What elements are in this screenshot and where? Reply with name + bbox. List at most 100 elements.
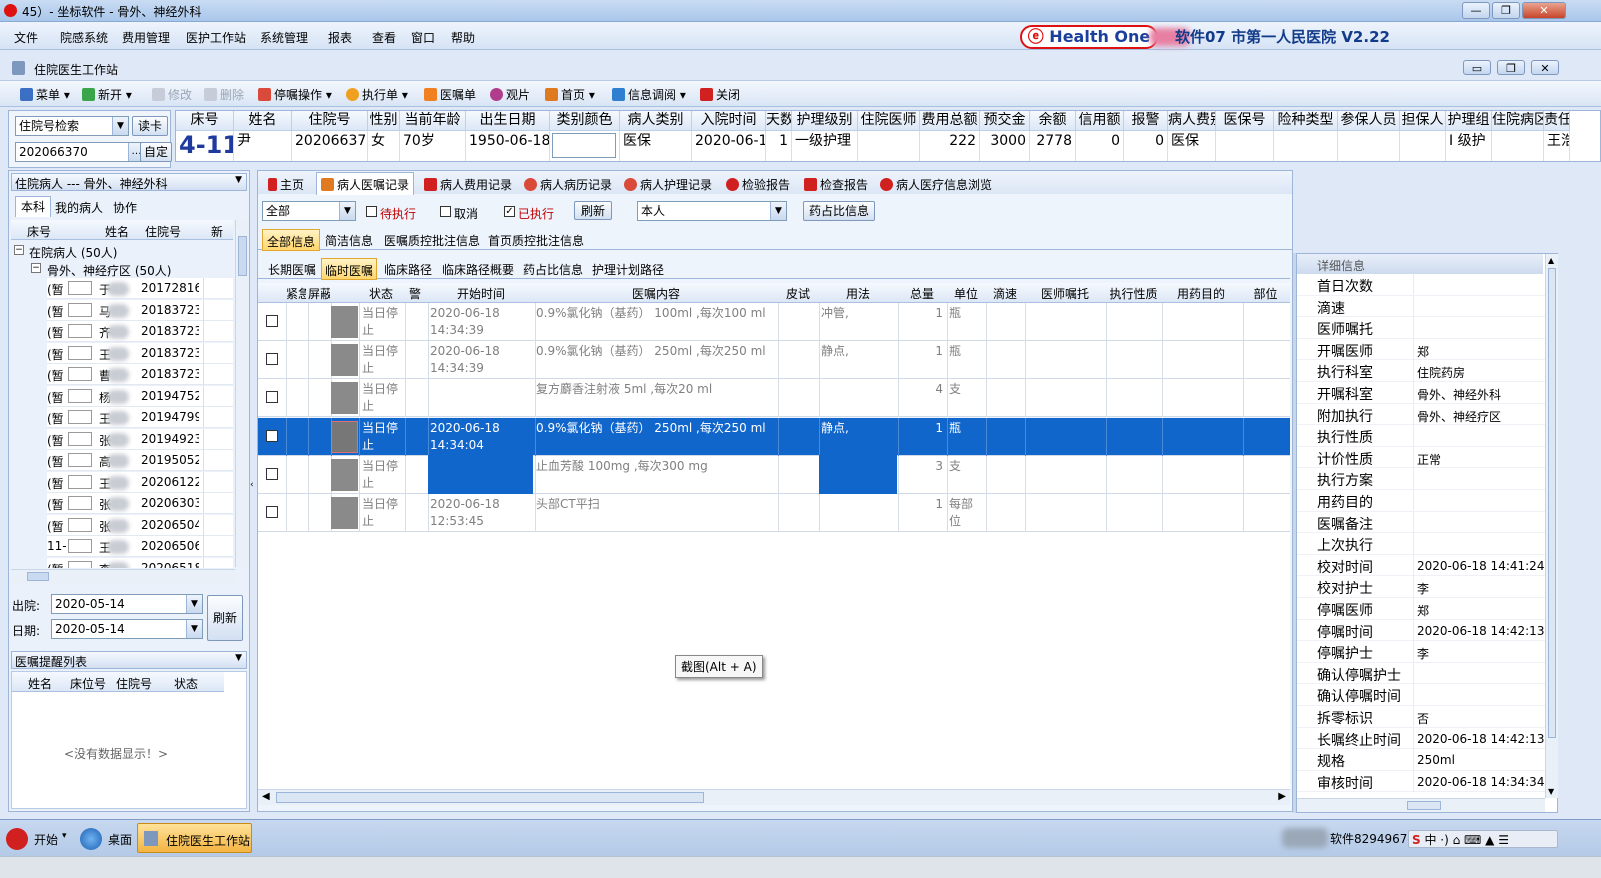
sub-restore-button[interactable]: ❐ [1497, 60, 1525, 75]
patient-col-header[interactable]: 护理组 [1446, 111, 1492, 131]
left-refresh-button[interactable]: 刷新 [207, 595, 243, 641]
order-row-checkbox[interactable] [266, 467, 278, 480]
patient-row[interactable]: (暂 马 20183723 [11, 299, 233, 321]
order-row-checkbox[interactable] [266, 315, 278, 327]
patient-row[interactable]: (暂 齐 20183723 [11, 321, 233, 342]
patient-col-header[interactable]: 入院时间 [692, 111, 766, 131]
patient-row[interactable]: (暂 王 20194799 [11, 407, 233, 428]
order-row-checkbox[interactable] [266, 506, 278, 518]
start-button[interactable]: 开始 ▾ [6, 826, 72, 852]
menu-medical-station[interactable]: 医护工作站 [186, 29, 246, 46]
desktop-button[interactable]: 桌面 [80, 826, 136, 852]
patient-col-header[interactable]: 预交金 [980, 111, 1030, 131]
menu-infection[interactable]: 院感系统 [60, 29, 108, 46]
tab-orders[interactable]: 病人医嘱记录 [316, 172, 415, 195]
executed-checkbox[interactable]: ✓ [504, 206, 515, 217]
patient-row[interactable]: (暂 高 20195052 [11, 450, 233, 471]
tab-exam[interactable]: 检查报告 [804, 176, 868, 193]
read-card-button[interactable]: 读卡 [132, 116, 168, 136]
patient-col-header[interactable]: 护理级别 [792, 111, 858, 131]
tab-nursing-plan[interactable]: 护理计划路径 [592, 261, 664, 278]
toolbar-close[interactable]: 关闭 [700, 86, 740, 103]
patient-col-header[interactable]: 信用额 [1076, 111, 1124, 131]
col-inpatient-id[interactable]: 住院号 [145, 223, 181, 240]
col-start-time[interactable]: 开始时间 [428, 285, 534, 302]
discharge-date-input[interactable]: 2020-05-14 ▼ [51, 594, 203, 614]
col-content[interactable]: 医嘱内容 [535, 285, 777, 302]
col-shield[interactable]: 屏蔽 [308, 285, 330, 302]
sub-close-button[interactable]: ✕ [1531, 60, 1559, 75]
col-doctor-note[interactable]: 医师嘱托 [1025, 285, 1105, 302]
patient-row[interactable]: (暂 王 20206122 [11, 471, 233, 493]
tab-my-patients[interactable]: 我的病人 [55, 199, 103, 216]
order-row-checkbox[interactable] [266, 429, 278, 442]
pending-checkbox[interactable] [366, 206, 377, 217]
menu-view[interactable]: 查看 [372, 29, 396, 46]
cancelled-checkbox[interactable] [440, 206, 451, 217]
tab-long-term[interactable]: 长期医嘱 [268, 261, 316, 278]
patient-col-header[interactable]: 住院号 [292, 111, 368, 131]
patient-col-header[interactable]: 姓名 [234, 111, 292, 131]
reminder-title[interactable]: 医嘱提醒列表 ▼ [11, 651, 247, 669]
col-bed[interactable]: 床号 [27, 223, 51, 240]
patient-list-vscroll[interactable] [235, 220, 249, 567]
filter-refresh-button[interactable]: 刷新 [574, 201, 612, 220]
tree-child[interactable]: − 骨外、神经疗区 (50人) [11, 260, 233, 278]
order-row[interactable]: 当日停止 2020-06-18 12:53:45 头部CT平扫 1 每部位 [258, 494, 1290, 532]
toolbar-stop-order[interactable]: 停嘱操作 ▾ [258, 86, 332, 103]
tab-lab[interactable]: 检验报告 [726, 176, 790, 193]
orders-hscroll[interactable]: ◀ ▶ [258, 789, 1290, 805]
patient-col-header[interactable]: 出生日期 [466, 111, 550, 131]
patient-row[interactable]: (暂 张 20206504 [11, 514, 233, 536]
patient-row[interactable]: (暂 于 20172816 [11, 278, 233, 299]
scope-select[interactable]: 全部 ▼ [262, 201, 356, 221]
tab-emr[interactable]: 病人病历记录 [524, 176, 612, 193]
col-unit[interactable]: 单位 [947, 285, 985, 302]
patient-col-header[interactable]: 余额 [1030, 111, 1076, 131]
col-drip[interactable]: 滴速 [986, 285, 1024, 302]
ime-bar[interactable]: S 中 ·) ⌂ ⌨ ▲ ☰ [1408, 830, 1558, 848]
tab-order-qc[interactable]: 医嘱质控批注信息 [384, 232, 480, 249]
order-row[interactable]: 当日停止 2020-06-18 14:34:39 0.9%氯化钠（基药） 250ml… [258, 341, 1290, 380]
col-exec-type[interactable]: 执行性质 [1106, 285, 1161, 302]
tab-all-info[interactable]: 全部信息 [262, 229, 321, 251]
toolbar-homepage[interactable]: 首页 ▾ [545, 86, 595, 103]
patient-col-header[interactable]: 报警 [1124, 111, 1168, 131]
tab-drug-ratio[interactable]: 药占比信息 [523, 261, 583, 278]
col-alert[interactable]: 警 [405, 285, 425, 302]
patient-row[interactable]: (暂 李 20206518 [11, 557, 233, 568]
col-urgent[interactable]: 紧急 [286, 285, 306, 302]
taskbar-app-button[interactable]: 住院医生工作站 [137, 823, 252, 853]
patient-col-header[interactable]: 性别 [368, 111, 400, 131]
tab-collab[interactable]: 协作 [113, 199, 137, 216]
patient-col-header[interactable]: 病人费别 [1168, 111, 1216, 131]
tab-home[interactable]: 主页 [268, 176, 304, 193]
patient-col-header[interactable]: 担保人 [1400, 111, 1446, 131]
minimize-button[interactable]: — [1462, 2, 1490, 19]
toolbar-exec-sheet[interactable]: 执行单 ▾ [346, 86, 408, 103]
splitter-left[interactable]: ‹ [250, 170, 257, 812]
tab-nursing[interactable]: 病人护理记录 [624, 176, 712, 193]
patient-col-header[interactable]: 医保号 [1216, 111, 1274, 131]
order-row[interactable]: 当日停止 止血芳酸 100mg ,每次300 mg 3 支 [258, 455, 1290, 494]
tab-fees[interactable]: 病人费用记录 [424, 176, 512, 193]
col-purpose[interactable]: 用药目的 [1162, 285, 1240, 302]
menu-window[interactable]: 窗口 [411, 29, 435, 46]
col-usage[interactable]: 用法 [819, 285, 897, 302]
patient-list-hscroll[interactable] [11, 569, 235, 583]
patient-col-header[interactable]: 病人类别 [620, 111, 692, 131]
sub-minimize-button[interactable]: ▭ [1463, 60, 1491, 75]
patient-row[interactable]: 11- 王 20206506 [11, 536, 233, 557]
col-qty[interactable]: 总量 [898, 285, 946, 302]
inpatient-number-input[interactable]: 202066370… [15, 142, 145, 162]
tab-info-browse[interactable]: 病人医疗信息浏览 [880, 176, 992, 193]
tab-pathway[interactable]: 临床路径 [384, 261, 432, 278]
toolbar-info[interactable]: 信息调阅 ▾ [612, 86, 686, 103]
patient-col-header[interactable]: 责任 [1544, 111, 1570, 131]
tab-temporary[interactable]: 临时医嘱 [321, 258, 378, 280]
patient-col-header[interactable]: 险种类型 [1274, 111, 1338, 131]
tree-root[interactable]: − 在院病人 (50人) [11, 242, 233, 260]
tab-department[interactable]: 本科 [15, 196, 51, 217]
search-mode-select[interactable]: 住院号检索 ▼ [15, 116, 129, 136]
patient-row[interactable]: (暂 张 20206303 [11, 493, 233, 514]
